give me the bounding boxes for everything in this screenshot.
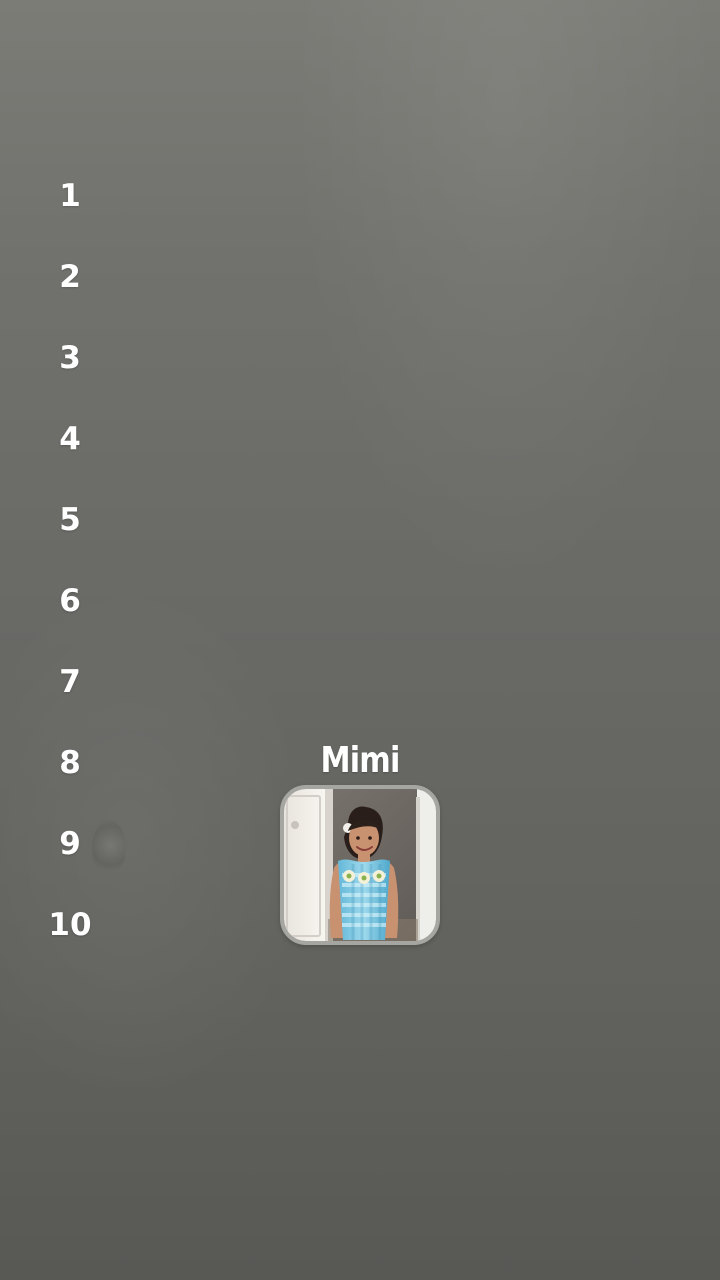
ranking-number-4: 4	[59, 421, 81, 457]
ranking-slot-3: 3	[36, 332, 104, 413]
ranking-slot-5: 5	[36, 494, 104, 575]
ranking-number-10: 10	[48, 907, 92, 943]
draggable-name-label: Mimi	[320, 740, 401, 781]
ranking-slot-10: 10	[36, 899, 104, 980]
ranking-number-8: 8	[59, 745, 81, 781]
ranking-slot-6: 6	[36, 575, 104, 656]
wall-background	[0, 0, 720, 1280]
ranking-number-6: 6	[59, 583, 81, 619]
ranking-list: 1 2 3 4 5 6 7 8 9 10	[36, 170, 104, 980]
ranking-number-1: 1	[59, 178, 81, 214]
ranking-slot-1: 1	[36, 170, 104, 251]
ranking-number-3: 3	[59, 340, 81, 376]
ranking-slot-8: 8	[36, 737, 104, 818]
ranking-number-2: 2	[59, 259, 81, 295]
child-photo-image	[284, 789, 436, 941]
draggable-photo-card[interactable]	[280, 785, 440, 945]
ranking-slot-4: 4	[36, 413, 104, 494]
ranking-slot-2: 2	[36, 251, 104, 332]
ranking-number-5: 5	[59, 502, 81, 538]
ranking-number-9: 9	[59, 826, 81, 862]
ranking-slot-9: 9	[36, 818, 104, 899]
ranking-number-7: 7	[59, 664, 81, 700]
ranking-slot-7: 7	[36, 656, 104, 737]
